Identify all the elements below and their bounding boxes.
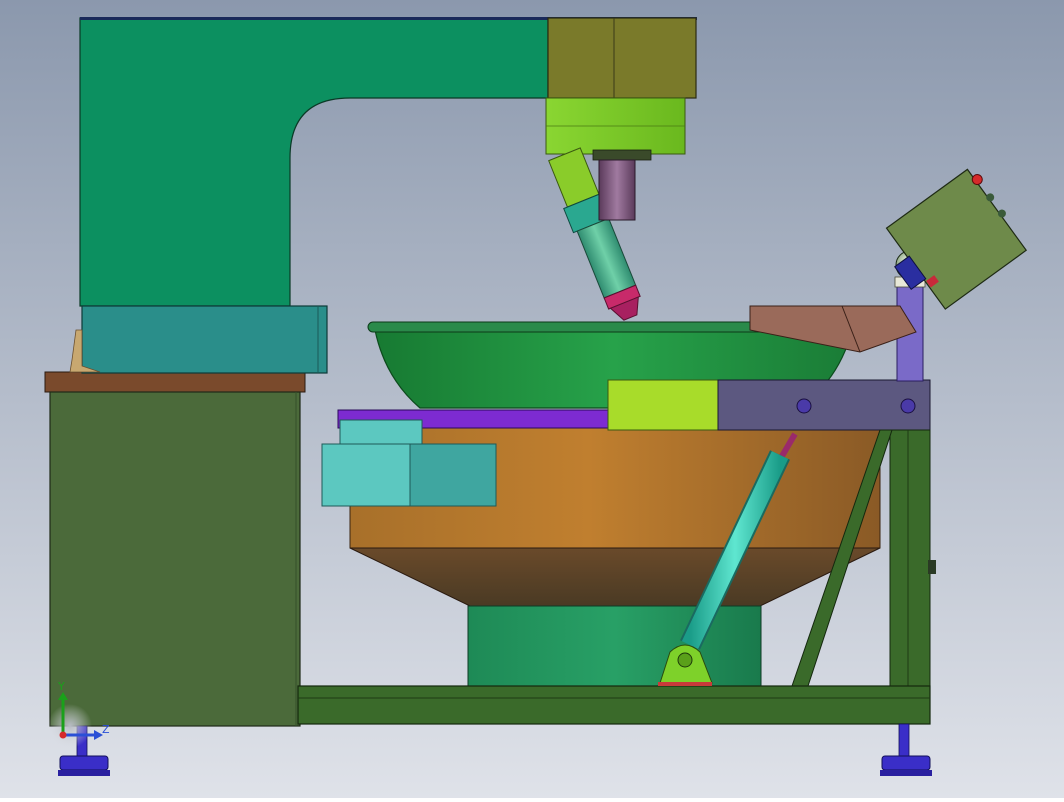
base-cabinet[interactable]	[44, 371, 306, 727]
frame-base-rail	[297, 685, 931, 725]
cabinet-body	[49, 391, 301, 727]
cylinder-pivot-pin	[677, 652, 693, 668]
foot-left-base	[58, 770, 110, 776]
foot-left-pad	[59, 755, 109, 771]
plate-bolt-right	[900, 398, 916, 414]
drum-pedestal	[467, 605, 762, 687]
frame-vertical-post	[889, 429, 931, 687]
triad-y-label: Y	[57, 680, 65, 693]
frame-lime-plate	[607, 379, 719, 431]
triad-sphere	[48, 704, 92, 748]
assembly-drawing[interactable]: Y Z	[0, 0, 1064, 798]
frame-slate-plate	[717, 379, 931, 431]
press-head-block	[547, 17, 697, 99]
teal-block-left	[321, 443, 411, 507]
teal-block-right	[409, 443, 497, 507]
foot-right-stem	[898, 723, 910, 757]
frame-base-block	[81, 305, 328, 374]
triad-z-label: Z	[102, 723, 110, 736]
post-knob	[928, 560, 936, 574]
foot-right-base	[880, 770, 932, 776]
cabinet-top-plate	[44, 371, 306, 393]
teal-block-top	[339, 419, 423, 445]
foot-right-pad	[881, 755, 931, 771]
triad-x-dot	[59, 731, 67, 739]
cad-viewport[interactable]: Y Z	[0, 0, 1064, 798]
press-head[interactable]	[547, 17, 697, 99]
lime-coupler[interactable]	[545, 97, 686, 155]
spindle-body	[598, 159, 636, 221]
cylinder-mount-base	[658, 682, 712, 686]
spindle-flange	[592, 149, 652, 161]
plate-bolt-left	[796, 398, 812, 414]
